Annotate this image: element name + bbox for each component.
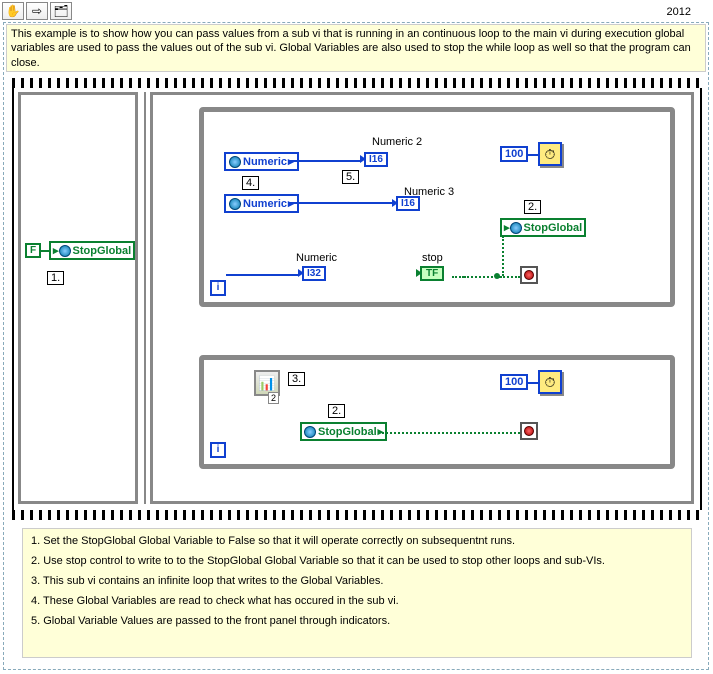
wire (288, 202, 392, 204)
note-5: 5. Global Variable Values are passed to … (31, 615, 683, 627)
wait-timer-1: ⏱ (538, 142, 562, 166)
const-100-2: 100 (500, 374, 528, 390)
wire (382, 432, 520, 434)
callout-5: 5. (342, 170, 359, 184)
arrow-tool[interactable]: ⇨ (26, 2, 48, 20)
wire (226, 274, 298, 276)
wire (500, 276, 520, 278)
wire (502, 236, 504, 276)
wire (39, 250, 49, 252)
notes-comment: 1. Set the StopGlobal Global Variable to… (22, 528, 692, 658)
year-label: 2012 (667, 6, 691, 18)
description-comment: This example is to show how you can pass… (6, 24, 706, 72)
callout-4: 4. (242, 176, 259, 190)
loop-stop-1[interactable] (520, 266, 538, 284)
numeric2-label: Numeric 2 (372, 136, 422, 148)
wire (528, 154, 538, 156)
note-1: 1. Set the StopGlobal Global Variable to… (31, 535, 683, 547)
callout-2-bot: 2. (328, 404, 345, 418)
callout-3: 3. (288, 372, 305, 386)
while-loop-2: 📊 2 3. 100 ⏱ 2. StopGlobal i (199, 355, 675, 469)
note-4: 4. These Global Variables are read to ch… (31, 595, 683, 607)
wire (452, 276, 464, 278)
hand-tool[interactable]: ✋ (2, 2, 24, 20)
sequence-frame-2: Numeric 2 Numeric I16 4. 5. Numeric 3 Nu… (150, 92, 694, 504)
stopglobal-write: ▸StopGlobal (49, 241, 135, 260)
wait-timer-2: ⏱ (538, 370, 562, 394)
stopglobal-read-2: StopGlobal (300, 422, 387, 441)
while-loop-1: Numeric 2 Numeric I16 4. 5. Numeric 3 Nu… (199, 107, 675, 307)
note-3: 3. This sub vi contains an infinite loop… (31, 575, 683, 587)
i32-indicator: I32 (302, 266, 326, 281)
sequence-structure: F ▸StopGlobal 1. Numeric 2 Numeric I16 4… (12, 78, 702, 520)
misc-tool[interactable]: 🗂 (50, 2, 72, 20)
callout-2-top: 2. (524, 200, 541, 214)
toolbar: ✋ ⇨ 🗂 (2, 2, 72, 20)
stop-label: stop (422, 252, 443, 264)
wire (528, 382, 538, 384)
wire (288, 160, 360, 162)
stop-tf: TF (420, 266, 444, 281)
callout-1: 1. (47, 271, 64, 285)
i16-indicator-1: I16 (364, 152, 388, 167)
iteration-terminal-2: i (210, 442, 226, 458)
loop-stop-2[interactable] (520, 422, 538, 440)
subvi-index: 2 (268, 392, 279, 404)
note-2: 2. Use stop control to write to to the S… (31, 555, 683, 567)
iteration-terminal-1: i (210, 280, 226, 296)
stopglobal-read-1: ▸StopGlobal (500, 218, 586, 237)
i16-indicator-2: I16 (396, 196, 420, 211)
numeric-label: Numeric (296, 252, 337, 264)
const-100-1: 100 (500, 146, 528, 162)
sequence-frame-1: F ▸StopGlobal 1. (18, 92, 138, 504)
